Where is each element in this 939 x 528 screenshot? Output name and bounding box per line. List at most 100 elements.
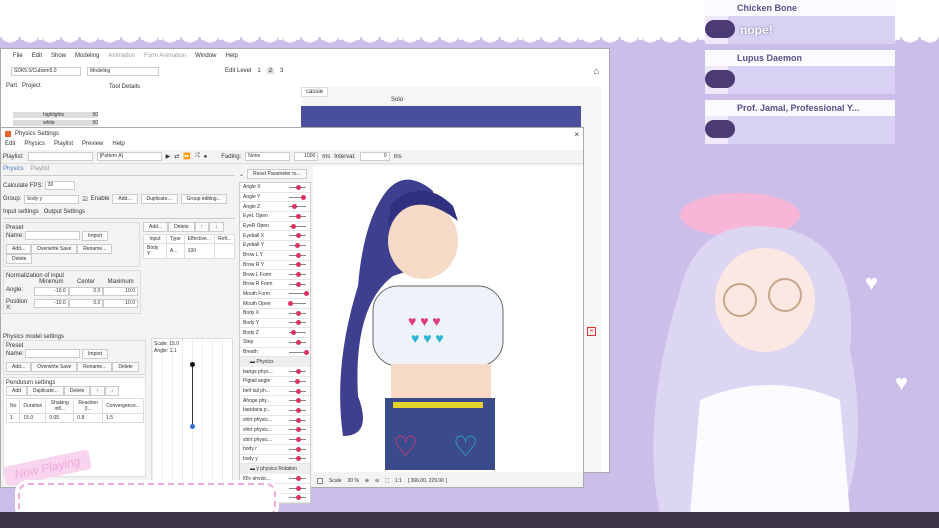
- slider-knob[interactable]: [295, 252, 301, 258]
- tab-project[interactable]: Project: [22, 83, 41, 89]
- angle-max-input[interactable]: 10.0: [103, 287, 139, 297]
- pendulum-bob[interactable]: [190, 424, 195, 429]
- rename-button[interactable]: Rename...: [77, 362, 113, 373]
- parameter-row[interactable]: Mouth Form: [240, 289, 310, 300]
- import-button[interactable]: Import: [82, 349, 109, 360]
- move-up-button[interactable]: ↑: [194, 222, 210, 232]
- tab-part[interactable]: Part: [6, 83, 17, 89]
- menu-help[interactable]: Help: [225, 53, 237, 59]
- pos-center-input[interactable]: 0.0: [68, 299, 104, 309]
- menu-preview[interactable]: Preview: [82, 141, 103, 147]
- step-icon[interactable]: ⏩: [183, 153, 190, 160]
- parameter-slider[interactable]: [289, 252, 306, 258]
- move-down-button[interactable]: ↓: [209, 222, 224, 232]
- parameter-slider[interactable]: [289, 204, 306, 210]
- parameter-row[interactable]: Body Y: [240, 318, 310, 329]
- edit-level-2[interactable]: 2: [266, 68, 275, 74]
- parameter-slider[interactable]: [289, 281, 306, 287]
- parameter-row[interactable]: EyeL Open: [240, 212, 310, 222]
- parameter-slider[interactable]: [289, 437, 306, 443]
- parameter-row[interactable]: Eyeball Y: [240, 241, 310, 251]
- parameter-slider[interactable]: [289, 495, 306, 501]
- tab-output-settings[interactable]: Output Settings: [44, 209, 85, 215]
- slider-knob[interactable]: [296, 184, 302, 190]
- tab-physics[interactable]: Physics: [3, 166, 24, 172]
- import-button[interactable]: Import: [82, 231, 109, 242]
- slider-knob[interactable]: [304, 291, 309, 297]
- menu-playlist[interactable]: Playlist: [54, 141, 73, 147]
- tab-playlist[interactable]: Playlist: [30, 166, 49, 172]
- slider-knob[interactable]: [295, 213, 301, 219]
- menu-edit[interactable]: Edit: [5, 141, 15, 147]
- close-icon[interactable]: ×: [587, 327, 596, 336]
- pendulum-preview[interactable]: Scale: 15.0 Angle: 1.1: [151, 338, 233, 483]
- parameter-row[interactable]: Eyeball X: [240, 231, 310, 242]
- parameter-row[interactable]: Angle Z: [240, 202, 310, 213]
- parameter-row[interactable]: Step: [240, 338, 310, 348]
- shuffle-icon[interactable]: ⤮: [195, 153, 200, 160]
- parameter-row[interactable]: Breath: [240, 347, 310, 358]
- rename-button[interactable]: Rename...: [77, 244, 113, 255]
- add-preset-button[interactable]: Add...: [6, 244, 32, 255]
- slider-knob[interactable]: [295, 446, 301, 452]
- fps-select[interactable]: 30: [44, 181, 75, 190]
- menu-help[interactable]: Help: [112, 141, 124, 147]
- menu-show[interactable]: Show: [51, 53, 66, 59]
- parameter-slider[interactable]: [289, 339, 306, 345]
- angle-center-input[interactable]: 0.0: [68, 287, 104, 297]
- slider-knob[interactable]: [295, 437, 301, 443]
- workspace-select[interactable]: SDK5.0/Cubism5.0: [11, 66, 81, 76]
- slider-knob[interactable]: [296, 427, 302, 433]
- parameter-slider[interactable]: [289, 242, 306, 248]
- overwrite-save-button[interactable]: Overwrite Save: [31, 362, 78, 373]
- interval-input[interactable]: 0: [359, 152, 390, 161]
- slider-knob[interactable]: [295, 272, 301, 278]
- slider-knob[interactable]: [294, 242, 300, 248]
- parameter-slider[interactable]: [289, 369, 306, 375]
- pos-max-input[interactable]: 10.0: [103, 299, 139, 309]
- parameter-slider[interactable]: [289, 320, 306, 326]
- preset-name-select[interactable]: [25, 231, 81, 240]
- slider-knob[interactable]: [295, 398, 301, 404]
- doc-tab-cassie[interactable]: cassie: [301, 87, 329, 97]
- table-row[interactable]: Body Y A... 100: [143, 243, 236, 259]
- delete-pendulum-button[interactable]: Delete: [63, 386, 91, 397]
- collapse-icon[interactable]: ⌄: [239, 171, 244, 178]
- slider-knob[interactable]: [295, 281, 301, 287]
- parameter-slider[interactable]: [289, 378, 306, 384]
- parameter-slider[interactable]: [289, 407, 306, 413]
- pattern-select[interactable]: [Pattern A]: [96, 152, 162, 161]
- add-button[interactable]: Add...: [6, 362, 32, 373]
- pos-min-input[interactable]: -10.0: [34, 299, 69, 309]
- parameter-row[interactable]: Brow L Y: [240, 250, 310, 261]
- parameter-row[interactable]: Brow L Form: [240, 270, 310, 280]
- slider-knob[interactable]: [301, 194, 307, 200]
- slider-knob[interactable]: [295, 485, 301, 491]
- slider-knob[interactable]: [295, 369, 301, 375]
- fade-ms-input[interactable]: 1000: [294, 152, 319, 161]
- parameter-row[interactable]: shirt physic...: [240, 425, 310, 436]
- model-name-select[interactable]: [25, 349, 81, 359]
- parameter-row[interactable]: body r: [240, 444, 310, 455]
- slider-knob[interactable]: [295, 262, 301, 268]
- slider-knob[interactable]: [295, 320, 301, 326]
- parameter-slider[interactable]: [289, 310, 306, 316]
- parameter-row[interactable]: body y: [240, 454, 310, 465]
- menu-physics[interactable]: Physics: [24, 141, 45, 147]
- slider-knob[interactable]: [295, 388, 301, 394]
- slider-knob[interactable]: [295, 476, 301, 482]
- add-group-button[interactable]: Add...: [112, 194, 138, 204]
- parameter-slider[interactable]: [289, 456, 306, 462]
- menu-file[interactable]: File: [13, 53, 23, 59]
- move-up-button[interactable]: ↑: [90, 386, 105, 397]
- parameter-slider[interactable]: [289, 349, 309, 355]
- parameter-slider[interactable]: [289, 262, 306, 268]
- angle-min-input[interactable]: -10.0: [34, 287, 69, 297]
- menu-edit[interactable]: Edit: [32, 53, 42, 59]
- parameter-row[interactable]: Body Z: [240, 328, 310, 338]
- tab-input-settings[interactable]: Input settings: [3, 209, 39, 215]
- slider-knob[interactable]: [295, 407, 301, 413]
- slider-knob[interactable]: [292, 204, 298, 210]
- parameter-row[interactable]: EyeR Open: [240, 221, 310, 232]
- slider-knob[interactable]: [295, 495, 301, 501]
